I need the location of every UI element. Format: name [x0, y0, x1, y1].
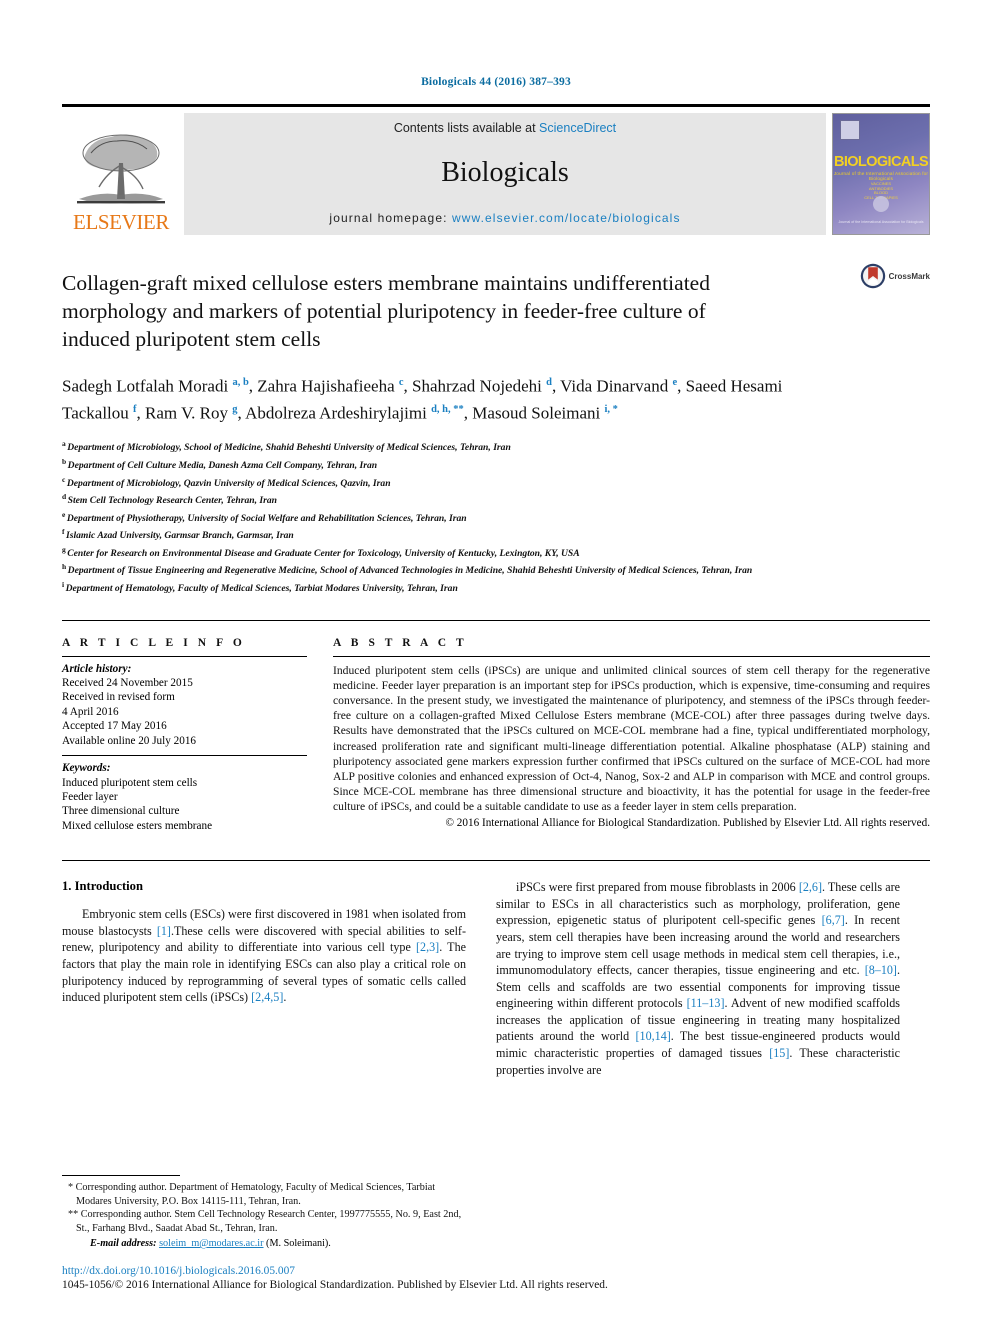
document-footer: http://dx.doi.org/10.1016/j.biologicals.…	[62, 1264, 930, 1293]
introduction-paragraph-right: iPSCs were first prepared from mouse fib…	[496, 880, 901, 1077]
cover-journal-subtitle: Journal of the International Association…	[833, 171, 929, 181]
affiliation-item: g Center for Research on Environmental Di…	[62, 543, 902, 561]
email-link[interactable]: soleim_m@modares.ac.ir	[159, 1238, 263, 1249]
body-divider	[62, 860, 930, 862]
abstract-text: Induced pluripotent stem cells (iPSCs) a…	[333, 663, 930, 814]
cover-emblem-icon	[840, 120, 860, 140]
keyword-item: Mixed cellulose esters membrane	[62, 819, 213, 832]
info-abstract-section: A R T I C L E I N F O Article history: R…	[62, 619, 930, 840]
footnote-secondary: ** Corresponding author. Stem Cell Techn…	[68, 1209, 462, 1234]
keyword-item: Feeder layer	[62, 790, 118, 803]
affiliation-text: Islamic Azad University, Garmsar Branch,…	[66, 530, 294, 542]
article-info-heading: A R T I C L E I N F O	[62, 636, 246, 649]
affiliation-text: Department of Cell Culture Media, Danesh…	[67, 460, 378, 472]
corresponding-author-footnotes: * Corresponding author. Department of He…	[62, 1175, 466, 1251]
footnote-email-line: E-mail address: soleim_m@modares.ac.ir (…	[62, 1237, 466, 1251]
page-title: Collagen-graft mixed cellulose esters me…	[62, 271, 710, 351]
affiliation-item: a Department of Microbiology, School of M…	[62, 437, 902, 455]
elsevier-wordmark: ELSEVIER	[73, 210, 169, 234]
journal-title: Biologicals	[441, 157, 569, 188]
cover-seal-icon	[873, 196, 889, 212]
title-area: Collagen-graft mixed cellulose esters me…	[62, 263, 930, 596]
footer-copyright: 1045-1056/© 2016 International Alliance …	[62, 1279, 608, 1291]
crossmark-badge[interactable]: CrossMark	[860, 263, 930, 289]
journal-banner: Contents lists available at ScienceDirec…	[184, 113, 826, 235]
running-head: Biologicals 44 (2016) 387–393	[421, 76, 571, 88]
history-item: Available online 20 July 2016	[62, 734, 197, 747]
affiliation-item: c Department of Microbiology, Qazvin Univ…	[62, 473, 902, 491]
affiliation-item: h Department of Tissue Engineering and Re…	[62, 560, 902, 578]
introduction-heading: 1. Introduction	[62, 879, 143, 894]
affiliation-text: Department of Microbiology, School of Me…	[67, 442, 511, 454]
affiliation-text: Stem Cell Technology Research Center, Te…	[67, 495, 277, 507]
contents-prefix: Contents lists available at	[393, 121, 540, 135]
abstract-copyright: © 2016 International Alliance for Biolog…	[445, 816, 930, 829]
journal-homepage-line: journal homepage: www.elsevier.com/locat…	[329, 211, 680, 225]
sciencedirect-link[interactable]: ScienceDirect	[539, 121, 616, 135]
article-page: Biologicals 44 (2016) 387–393 ELSEVIER C…	[0, 0, 992, 1323]
body-column-right: iPSCs were first prepared from mouse fib…	[496, 879, 900, 1078]
footnote-primary: * Corresponding author. Department of He…	[68, 1182, 436, 1207]
footnote-rule	[62, 1175, 180, 1177]
cover-journal-title: BIOLOGICALS	[833, 154, 929, 170]
author-list: Sadegh Lotfalah Moradi a, b, Zahra Hajis…	[62, 376, 783, 423]
abstract-column: A B S T R A C T Induced pluripotent stem…	[333, 637, 930, 840]
affiliation-item: d Stem Cell Technology Research Center, T…	[62, 490, 902, 508]
cover-footer-text: Journal of the International Association…	[838, 220, 924, 224]
affiliation-item: i Department of Hematology, Faculty of Me…	[62, 578, 902, 596]
affiliation-item: b Department of Cell Culture Media, Danes…	[62, 455, 902, 473]
history-item: 4 April 2016	[62, 705, 119, 718]
affiliation-text: Department of Hematology, Faculty of Med…	[65, 583, 458, 595]
homepage-prefix: journal homepage:	[329, 211, 452, 225]
affiliation-text: Department of Physiotherapy, University …	[66, 512, 467, 524]
article-history-label: Article history:	[62, 662, 132, 675]
keywords-label: Keywords:	[62, 762, 111, 775]
affiliation-item: f Islamic Azad University, Garmsar Branch…	[62, 525, 902, 543]
keywords-block: Keywords: Induced pluripotent stem cells…	[62, 756, 307, 840]
doi-link[interactable]: http://dx.doi.org/10.1016/j.biologicals.…	[62, 1264, 930, 1278]
history-item: Received in revised form	[62, 691, 175, 704]
affiliation-item: e Department of Physiotherapy, University…	[62, 508, 902, 526]
email-label: E-mail address:	[90, 1238, 157, 1249]
affiliation-text: Department of Microbiology, Qazvin Unive…	[66, 477, 391, 489]
email-owner: (M. Soleimani).	[266, 1238, 331, 1249]
article-history-block: Article history: Received 24 November 20…	[62, 657, 307, 755]
affiliation-text: Center for Research on Environmental Dis…	[67, 548, 580, 560]
journal-homepage-link[interactable]: www.elsevier.com/locate/biologicals	[452, 211, 681, 225]
affiliation-list: a Department of Microbiology, School of M…	[62, 437, 902, 595]
contents-list-line: Contents lists available at ScienceDirec…	[394, 121, 616, 135]
elsevier-logo: ELSEVIER	[62, 113, 180, 235]
journal-masthead: ELSEVIER Contents lists available at Sci…	[62, 104, 930, 235]
history-item: Received 24 November 2015	[62, 677, 193, 690]
crossmark-icon	[860, 263, 885, 289]
abstract-heading: A B S T R A C T	[333, 636, 468, 649]
keyword-item: Induced pluripotent stem cells	[62, 776, 198, 789]
affiliation-text: Department of Tissue Engineering and Reg…	[67, 565, 753, 577]
crossmark-label: CrossMark	[888, 271, 930, 281]
body-columns: 1. Introduction Embryonic stem cells (ES…	[62, 879, 930, 1078]
article-info-column: A R T I C L E I N F O Article history: R…	[62, 637, 307, 840]
introduction-paragraph-left: Embryonic stem cells (ESCs) were first d…	[62, 907, 466, 1005]
history-item: Accepted 17 May 2016	[62, 720, 167, 733]
body-column-left: 1. Introduction Embryonic stem cells (ES…	[62, 879, 466, 1078]
journal-cover-thumbnail: BIOLOGICALS Journal of the International…	[832, 113, 930, 235]
elsevier-tree-icon	[77, 134, 165, 204]
keyword-item: Three dimensional culture	[62, 805, 180, 818]
